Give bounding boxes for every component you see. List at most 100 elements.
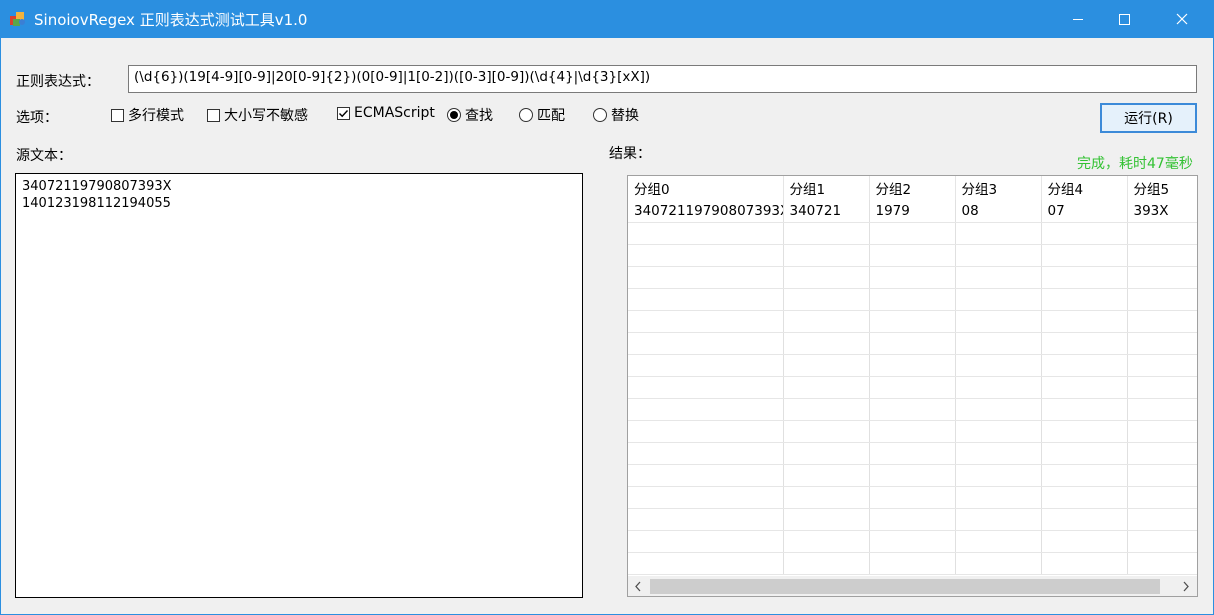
table-row[interactable] [628,508,1197,531]
table-cell [628,288,784,311]
table-cell [783,354,870,377]
mode-find-label: 查找 [465,108,493,124]
table-row[interactable] [628,288,1197,311]
table-row[interactable] [628,398,1197,421]
options-label: 选项： [16,110,58,126]
table-cell [869,486,956,509]
results-grid[interactable]: 分组0 分组1 分组2 分组3 分组4 分组5 34072119790807393X 340… [627,175,1198,597]
table-cell [1041,420,1128,443]
table-row[interactable] [628,530,1197,553]
column-header[interactable]: 分组1 [783,176,870,200]
table-row[interactable] [628,244,1197,267]
multiline-checkbox[interactable]: 多行模式 [111,105,184,125]
table-row[interactable] [628,266,1197,289]
table-cell [1041,266,1128,289]
table-cell [783,376,870,399]
table-cell [628,442,784,465]
table-cell [628,376,784,399]
table-cell [869,508,956,531]
table-cell [783,398,870,421]
table-row[interactable] [628,332,1197,355]
horizontal-scrollbar[interactable] [628,576,1197,596]
table-cell: 07 [1041,200,1128,223]
maximize-button[interactable] [1101,0,1147,38]
table-cell [628,464,784,487]
checkbox-box[interactable] [207,108,220,122]
mode-find-radio[interactable]: 查找 [447,105,493,125]
results-table: 分组0 分组1 分组2 分组3 分组4 分组5 34072119790807393X 340… [628,176,1197,575]
table-cell [1127,332,1197,355]
table-cell [1127,530,1197,553]
radio-circle[interactable] [593,108,607,122]
radio-circle[interactable] [447,108,461,122]
run-button[interactable]: 运行(R) [1100,103,1197,133]
table-row[interactable] [628,420,1197,443]
table-row[interactable] [628,442,1197,465]
column-header[interactable]: 分组5 [1127,176,1197,200]
status-text: 完成，耗时47毫秒 [1077,156,1193,172]
table-cell [1127,310,1197,333]
column-header[interactable]: 分组2 [869,176,956,200]
scroll-left-icon[interactable] [631,577,645,596]
table-cell [1041,222,1128,245]
table-row[interactable] [628,376,1197,399]
table-row[interactable]: 34072119790807393X 340721 1979 08 07 393X [628,200,1197,223]
table-cell [955,222,1042,245]
table-cell [1041,486,1128,509]
table-cell [628,244,784,267]
table-cell [1041,244,1128,267]
source-textarea[interactable]: 34072119790807393X 140123198112194055 [15,173,583,598]
table-cell [869,222,956,245]
table-cell [1127,486,1197,509]
regex-input[interactable]: (\d{6})(19[4-9][0-9]|20[0-9]{2})(0[0-9]|… [128,65,1197,93]
table-cell [1041,552,1128,575]
table-cell [1127,398,1197,421]
table-row[interactable] [628,222,1197,245]
radio-circle[interactable] [519,108,533,122]
close-icon [1176,13,1188,25]
maximize-icon [1119,14,1130,25]
table-row[interactable] [628,310,1197,333]
table-cell [783,442,870,465]
multiline-label: 多行模式 [128,108,184,124]
table-row[interactable] [628,552,1197,575]
table-cell [1127,266,1197,289]
checkbox-box[interactable] [111,108,124,122]
table-cell [869,332,956,355]
table-cell [869,354,956,377]
ignorecase-checkbox[interactable]: 大小写不敏感 [207,105,308,125]
mode-replace-radio[interactable]: 替换 [593,105,639,125]
table-cell [783,244,870,267]
mode-match-radio[interactable]: 匹配 [519,105,565,125]
column-header[interactable]: 分组4 [1041,176,1128,200]
table-cell [955,552,1042,575]
window-title: SinoiovRegex 正则表达式测试工具v1.0 [34,11,308,29]
table-cell [783,420,870,443]
table-cell [955,508,1042,531]
radio-dot-icon [450,111,458,119]
close-button[interactable] [1159,0,1205,38]
column-header[interactable]: 分组3 [955,176,1042,200]
minimize-icon [1073,19,1083,20]
ecmascript-checkbox[interactable]: ECMAScript [337,105,435,121]
table-row[interactable] [628,354,1197,377]
checkbox-box[interactable] [337,106,350,120]
table-cell [1041,354,1128,377]
table-cell [1127,354,1197,377]
table-cell [955,376,1042,399]
table-cell [955,420,1042,443]
table-cell [783,288,870,311]
minimize-button[interactable] [1055,0,1101,38]
table-cell [869,442,956,465]
app-icon [9,9,27,27]
table-row[interactable] [628,486,1197,509]
table-cell [955,398,1042,421]
table-cell [783,222,870,245]
column-header[interactable]: 分组0 [628,176,784,200]
scroll-right-icon[interactable] [1179,577,1193,596]
scrollbar-thumb[interactable] [650,579,1160,594]
table-cell [783,486,870,509]
table-cell [628,332,784,355]
table-row[interactable] [628,464,1197,487]
table-cell [955,266,1042,289]
